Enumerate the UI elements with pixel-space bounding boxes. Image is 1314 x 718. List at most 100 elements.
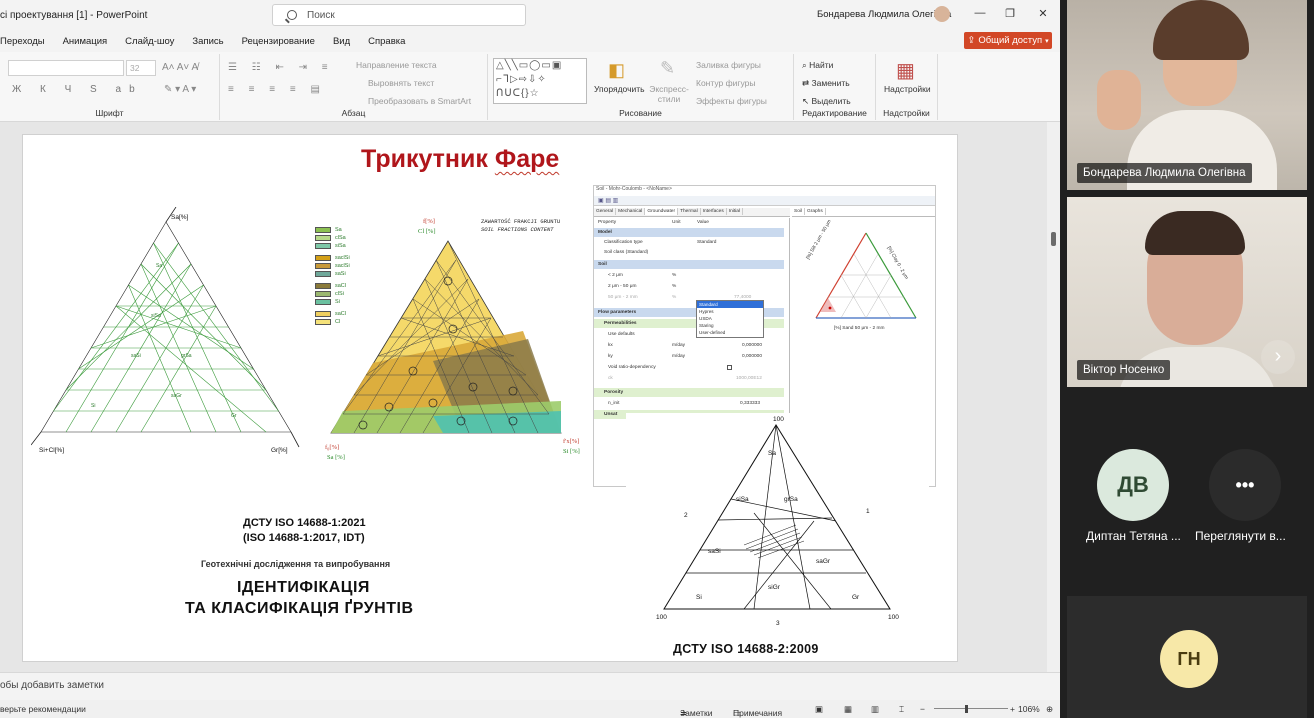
iso-tick: 2 (684, 512, 688, 519)
font-size-buttons[interactable]: A˄ A˅ A̸ (162, 62, 198, 73)
replace-button[interactable]: ⇄ Заменить (802, 78, 850, 89)
zone-gr: Gr (231, 413, 237, 419)
text-direction-button[interactable]: Направление текста (356, 60, 437, 70)
participant-1-hair (1153, 0, 1249, 60)
tab-review[interactable]: Рецензирование (242, 36, 315, 47)
addins-group-label: Надстройки (883, 108, 930, 118)
left-ternary-diagram: Sa siSa saSi grSa saGr Si Gr Sa[%] Si+Cl… (31, 207, 300, 454)
scroll-thumb[interactable] (1051, 232, 1056, 246)
shape-fill-button[interactable]: Заливка фигуры (696, 60, 761, 70)
chevron-down-icon: ▾ (1045, 37, 1049, 45)
zoom-slider[interactable] (934, 708, 1008, 709)
list-buttons[interactable]: ☰ ☷ ⇤ ⇥ ≡ (228, 62, 334, 73)
iso-triangle-panel: 100 Sa siSa grSa saSi saGr Si Gr siGr 10… (626, 413, 929, 635)
font-group: 32 A˄ A˅ A̸ Ж К Ч S ab ✎ ▾ A ▾ Шрифт (0, 54, 220, 120)
void-ratio-checkbox (727, 365, 732, 370)
title-bar: сі проектування [1] - PowerPoint Поиск Б… (0, 0, 1060, 30)
participant-2-hair (1145, 211, 1245, 255)
normal-view-icon[interactable]: ▣ (815, 704, 823, 715)
chevron-right-icon[interactable]: › (1261, 340, 1295, 374)
video-tile-1[interactable]: Бондарева Людмила Олегівна (1067, 0, 1307, 190)
font-size-field[interactable]: 32 (126, 60, 156, 76)
sorter-view-icon[interactable]: ▦ (844, 704, 852, 715)
iso-tick: 100 (656, 614, 667, 621)
addins-icon: ▦ (896, 60, 915, 82)
close-icon[interactable]: ✕ (1035, 7, 1051, 20)
more-participants-button[interactable]: ••• (1209, 449, 1281, 521)
grid-header: Property Unit Value (598, 220, 709, 225)
account-avatar[interactable] (934, 6, 950, 22)
tab-slideshow[interactable]: Слайд-шоу (125, 36, 174, 47)
search-icon (287, 10, 297, 20)
grid-row: kx m/day 0,000000 (608, 343, 763, 348)
arrange-button[interactable]: Упорядочить (594, 84, 645, 94)
slide-title[interactable]: Трикутник Фаре (361, 145, 559, 174)
dropdown-option: Standard (697, 301, 763, 308)
dropdown-option: Staring (699, 323, 714, 328)
paragraph-group: ☰ ☷ ⇤ ⇥ ≡ ≡ ≡ ≡ ≡ ▤ Направление текста В… (220, 54, 488, 120)
right-tab: Soil (792, 208, 805, 215)
align-buttons[interactable]: ≡ ≡ ≡ ≡ ▤ (228, 84, 326, 95)
account-name[interactable]: Бондарева Людмила Олегівна (817, 9, 951, 20)
recommendations-link[interactable]: верьте рекомендации (0, 704, 86, 714)
vertical-scrollbar[interactable] (1047, 122, 1060, 672)
font-color-buttons[interactable]: ✎ ▾ A ▾ (164, 84, 196, 95)
fractions-header-1: ZAWARTOŚĆ FRAKCJI GRUNTU (481, 218, 560, 225)
shape-outline-button[interactable]: Контур фигуры (696, 78, 755, 88)
notes-pane[interactable]: обы добавить заметки (0, 672, 1060, 698)
editing-group-label: Редактирование (802, 108, 867, 118)
iso-tick: 100 (888, 614, 899, 621)
addins-button[interactable]: Надстройки (884, 84, 931, 94)
grid-row: Void ratio-dependency (594, 363, 784, 372)
tab-view[interactable]: Вид (333, 36, 350, 47)
align-text-button[interactable]: Выровнять текст (368, 78, 434, 88)
drawing-group: △╲╲▭◯▭▣ ⌐ᒣ▷⇨⇩✧ ᑎᑌᑕ{}☆ ◧ Упорядочить ✎ Эксп… (488, 54, 794, 120)
fractions-header-2: SOIL FRACTIONS CONTENT (481, 226, 554, 233)
iso-zone-sagr: saGr (816, 558, 831, 565)
soil-tab: General (594, 208, 617, 215)
reading-view-icon[interactable]: ▥ (871, 704, 879, 715)
minimize-icon[interactable]: — (972, 7, 988, 19)
zoom-level[interactable]: 106% (1018, 704, 1040, 714)
more-participants-label[interactable]: Переглянути в... (1195, 529, 1286, 543)
select-button[interactable]: ↖ Выделить (802, 96, 851, 107)
right-axis-label-1: f'x[%] (563, 438, 579, 445)
restore-icon[interactable]: ❐ (1002, 7, 1018, 20)
zoom-in-icon[interactable]: + (1010, 704, 1015, 714)
grid-row: 2 μm - 50 μm% (608, 284, 677, 289)
tab-help[interactable]: Справка (368, 36, 405, 47)
tab-record[interactable]: Запись (192, 36, 223, 47)
iso-classification-triangle: 100 Sa siSa grSa saSi saGr Si Gr siGr 10… (656, 416, 899, 627)
grid-row: < 2 μm% (608, 273, 677, 278)
find-button[interactable]: ⌕ Найти (802, 60, 833, 71)
participant-4-avatar: ГН (1160, 630, 1218, 688)
tab-animation[interactable]: Анимация (63, 36, 108, 47)
font-style-buttons[interactable]: Ж К Ч S ab (12, 84, 143, 95)
right-axis-label-2: Si [%] (563, 448, 580, 455)
grid-row: Soil class (Standard) (604, 250, 649, 255)
zoom-slider-thumb[interactable] (965, 705, 968, 713)
soil-toolbar: ▣ ▤ ▥ (594, 196, 935, 206)
iso-zone-gr: Gr (852, 594, 860, 601)
shape-effects-button[interactable]: Эффекты фигуры (696, 96, 767, 106)
shapes-gallery[interactable]: △╲╲▭◯▭▣ ⌐ᒣ▷⇨⇩✧ ᑎᑌᑕ{}☆ (493, 58, 587, 104)
grid-row: Classification type Standard (604, 240, 717, 245)
smartart-button[interactable]: Преобразовать в SmartArt (368, 96, 471, 106)
iso-tick: 3 (776, 620, 780, 627)
current-slide[interactable]: Трикутник Фаре Sa siSa saSi grSa saGr Si… (22, 134, 958, 662)
zone-sa: Sa (156, 263, 162, 269)
search-input[interactable]: Поиск (272, 4, 526, 26)
ribbon-tabs: Переходы Анимация Слайд-шоу Запись Рецен… (0, 30, 1060, 52)
participant-1-name: Бондарева Людмила Олегівна (1077, 163, 1252, 183)
quick-styles-button[interactable]: Экспресс-стили (648, 84, 690, 104)
fit-slide-icon[interactable]: ⊕ (1046, 704, 1053, 715)
font-name-field[interactable] (8, 60, 124, 76)
editing-group: ⌕ Найти ⇄ Заменить ↖ Выделить Редактиров… (794, 54, 876, 120)
standard-code-bottom: ДСТУ ISO 14688-2:2009 (673, 642, 819, 656)
tab-transitions[interactable]: Переходы (0, 36, 45, 47)
slideshow-view-icon[interactable]: ⌶ (899, 704, 904, 715)
share-button[interactable]: ⇪ Общий доступ ▾ (964, 32, 1052, 49)
font-group-label: Шрифт (95, 108, 124, 118)
zoom-out-icon[interactable]: − (920, 704, 925, 714)
video-tile-4[interactable]: ГН (1067, 596, 1307, 718)
